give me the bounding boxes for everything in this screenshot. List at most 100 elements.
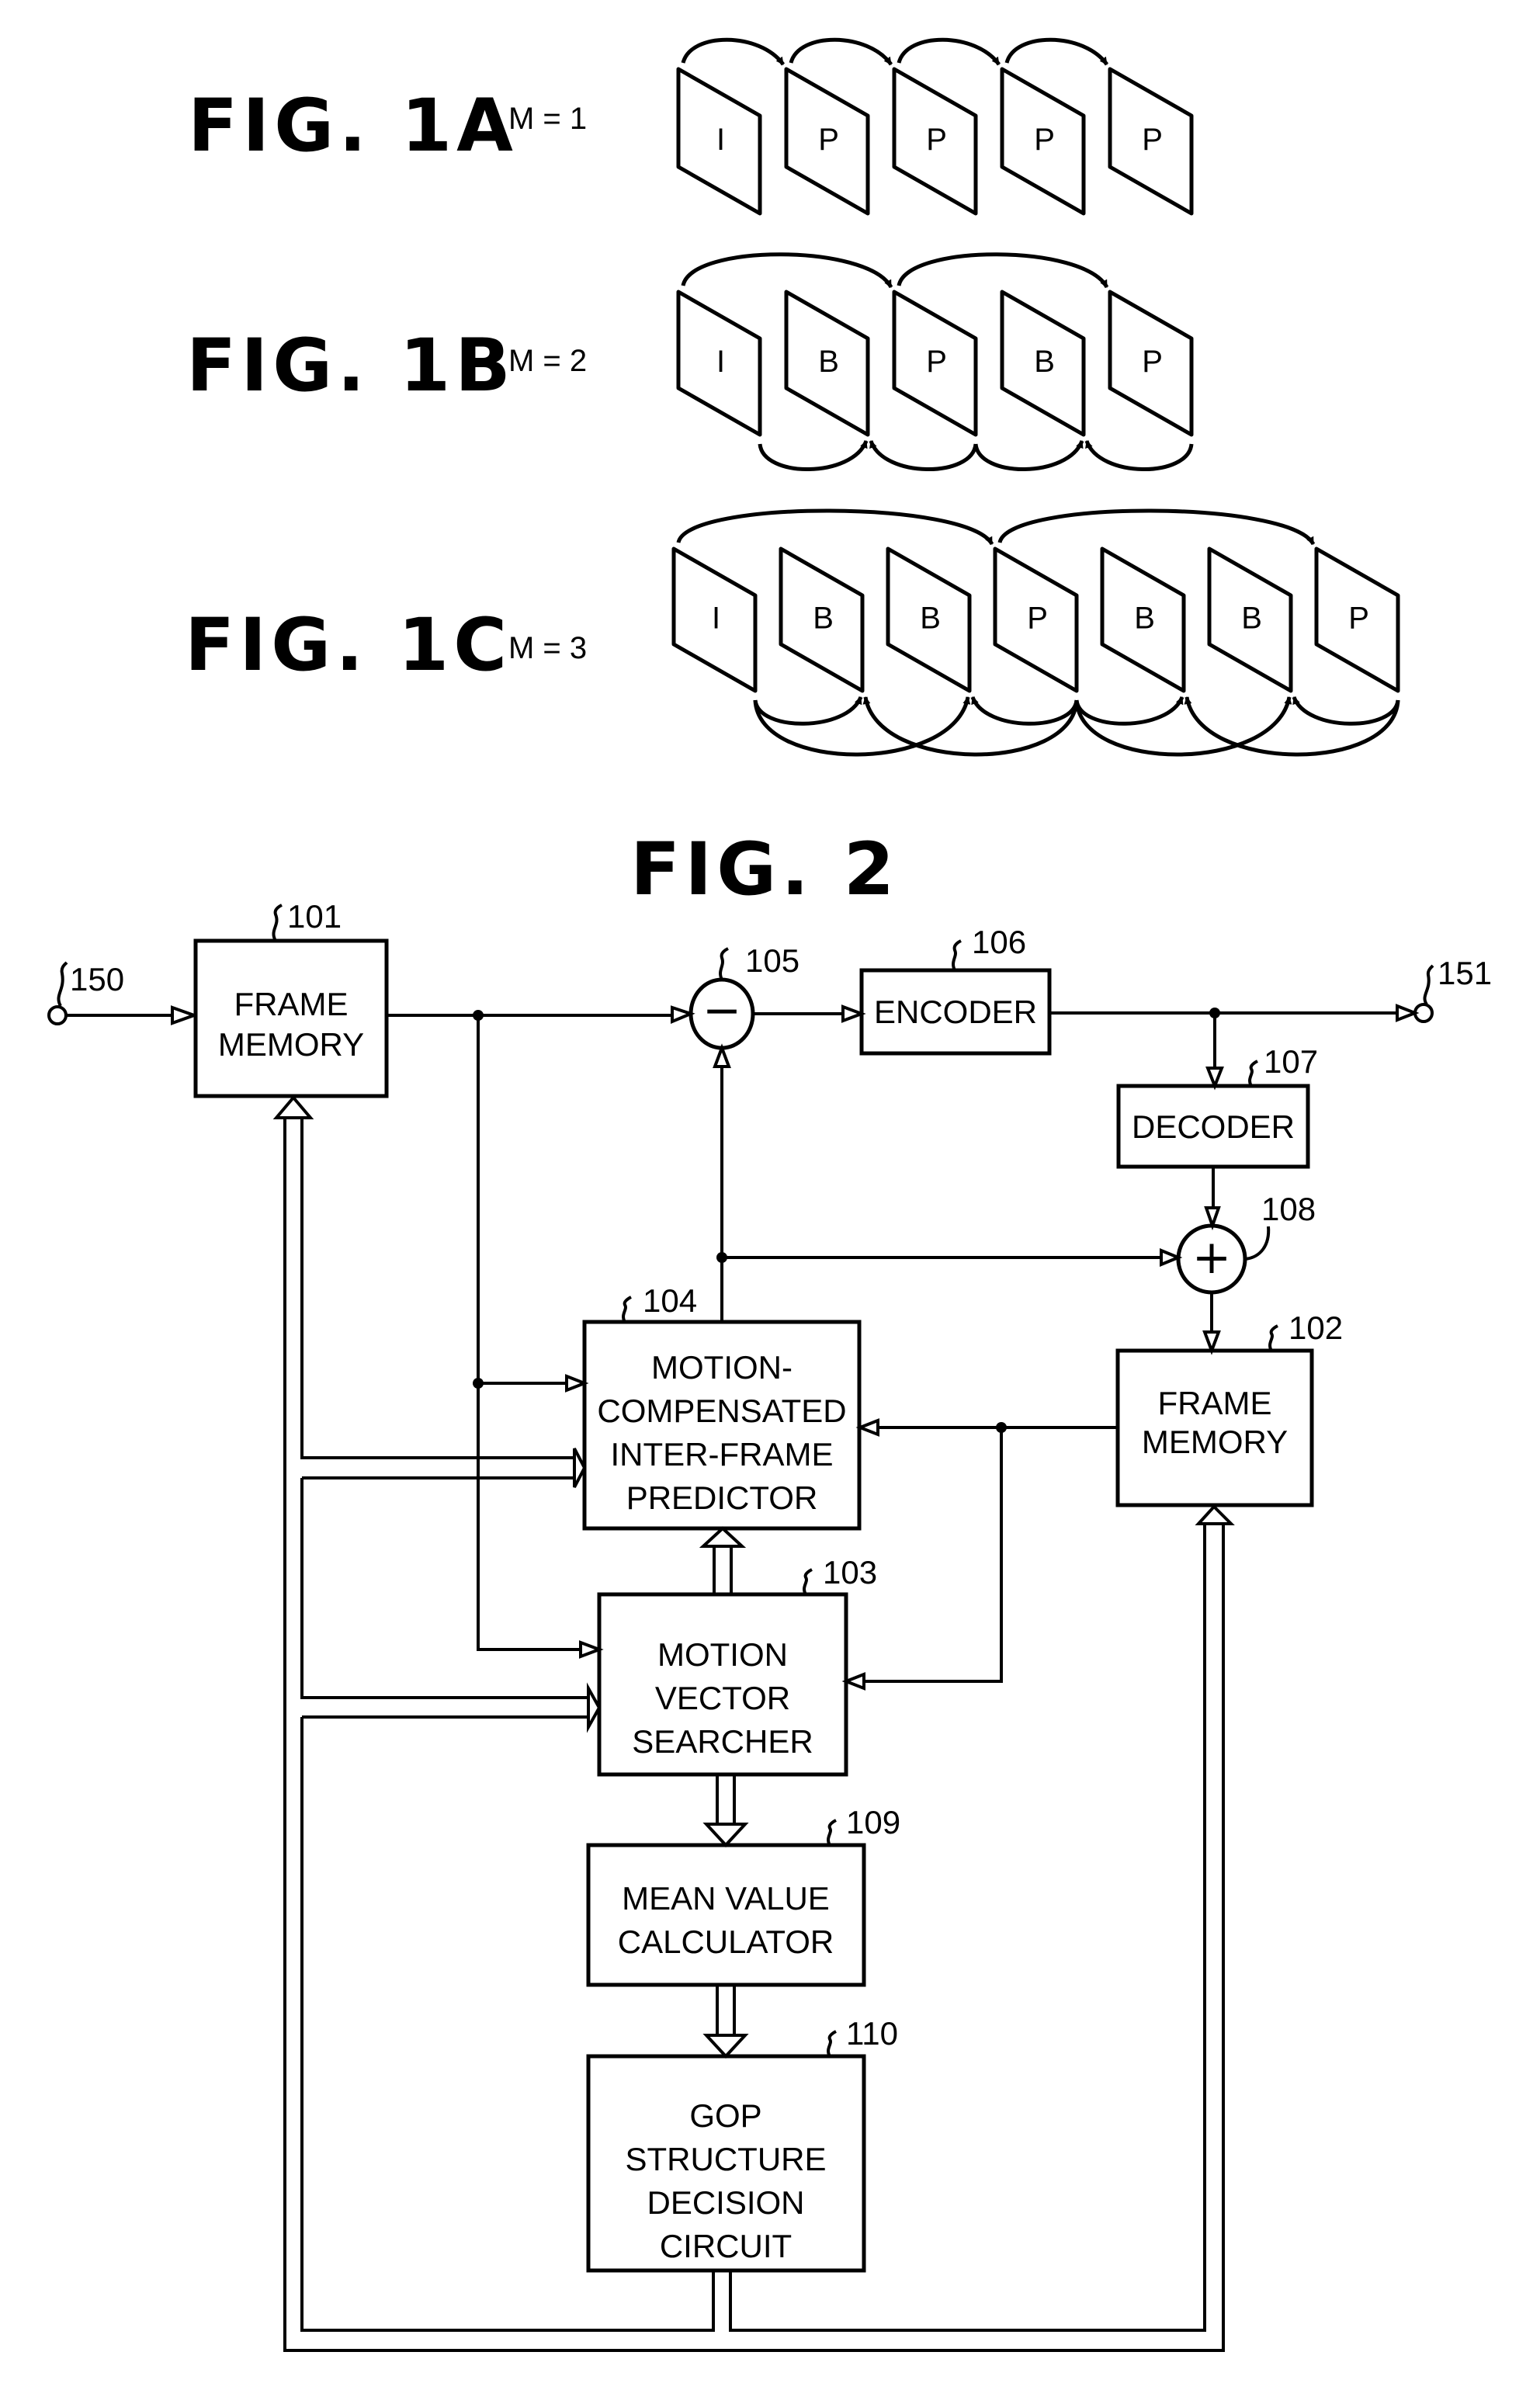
plus-icon: + xyxy=(1192,1230,1231,1285)
mean-value-calculator-109: MEAN VALUE CALCULATOR 109 xyxy=(586,1804,900,1987)
picture-type-label: B xyxy=(1241,601,1262,635)
prediction-arrow xyxy=(758,439,869,471)
fig2: FIG. 2 150 FRAME MEMORY 101 − 105 ENCODE… xyxy=(47,827,1492,2352)
block-label: VECTOR xyxy=(655,1680,790,1716)
picture-type-label: B xyxy=(818,345,839,379)
fig1b-title: FIG. 1B xyxy=(186,324,515,408)
picture-type-label: P xyxy=(1142,345,1163,379)
ref-106: 106 xyxy=(972,924,1026,960)
block-label: ENCODER xyxy=(874,994,1037,1030)
fig1b-frame-sequence: IBPBP xyxy=(676,290,1194,437)
leader-105 xyxy=(719,947,729,980)
prediction-arrow xyxy=(789,37,893,66)
fig1: FIG. 1A M = 1 FIG. 1B M = 2 FIG. 1C M = … xyxy=(185,37,1400,757)
prediction-arrow xyxy=(681,37,786,66)
prediction-arrow xyxy=(753,696,863,726)
minus-icon: − xyxy=(702,983,741,1038)
prediction-arrow xyxy=(676,508,994,546)
prediction-arrow xyxy=(1184,696,1400,757)
leader-150 xyxy=(57,961,68,1007)
picture-type-label: P xyxy=(1034,123,1055,157)
ref-108: 108 xyxy=(1261,1191,1316,1227)
block-label: DECODER xyxy=(1132,1108,1295,1145)
picture-type-label: P xyxy=(926,123,947,157)
ref-102: 102 xyxy=(1289,1310,1343,1346)
block-label: MOTION xyxy=(657,1636,788,1673)
block-label: MEMORY xyxy=(1142,1424,1288,1460)
prediction-arrow xyxy=(897,252,1109,289)
prediction-arrow xyxy=(1074,696,1184,726)
ref-109: 109 xyxy=(846,1804,900,1840)
leader-104 xyxy=(622,1296,632,1323)
ref-151: 151 xyxy=(1438,955,1492,991)
subtractor-105: − 105 xyxy=(688,942,799,1050)
block-label: FRAME xyxy=(1158,1385,1272,1421)
leader-108 xyxy=(1244,1226,1271,1261)
picture-type-label: I xyxy=(716,123,725,157)
picture-type-label: P xyxy=(1027,601,1048,635)
ref-150: 150 xyxy=(70,961,124,997)
fig1c-frame-sequence: IBBPBBP xyxy=(671,546,1400,693)
fig1a-m-label: M = 1 xyxy=(508,102,587,136)
adder-108: + 108 xyxy=(1176,1191,1316,1295)
input-terminal xyxy=(47,1005,68,1025)
block-label: CIRCUIT xyxy=(660,2228,792,2264)
block-label: FRAME xyxy=(234,986,349,1022)
block-label: MEAN VALUE xyxy=(622,1880,830,1917)
prediction-arrow xyxy=(970,696,1079,726)
picture-type-label: I xyxy=(716,345,725,379)
prediction-arrow xyxy=(862,696,1079,757)
block-label: CALCULATOR xyxy=(618,1923,834,1960)
picture-type-label: B xyxy=(1134,601,1155,635)
leader-151 xyxy=(1423,964,1434,1006)
prediction-arrow xyxy=(681,252,893,289)
leader-102 xyxy=(1268,1324,1278,1352)
leader-101 xyxy=(272,904,283,942)
block-label: DECISION xyxy=(647,2184,804,2221)
leader-106 xyxy=(952,939,962,971)
frame-memory-101: FRAME MEMORY 101 xyxy=(193,898,389,1098)
prediction-arrow xyxy=(753,696,971,757)
fig1b-m-label: M = 2 xyxy=(508,344,587,378)
prediction-arrow xyxy=(869,440,978,471)
prediction-arrow xyxy=(973,439,1084,471)
prediction-arrow xyxy=(1074,696,1292,757)
fig2-title: FIG. 2 xyxy=(630,827,899,912)
picture-type-label: P xyxy=(1142,123,1163,157)
picture-type-label: B xyxy=(920,601,941,635)
prediction-arrow xyxy=(897,37,1001,66)
block-label: MOTION- xyxy=(651,1349,793,1386)
block-label: PREDICTOR xyxy=(626,1479,818,1516)
ref-110: 110 xyxy=(846,2015,898,2052)
picture-type-label: B xyxy=(813,601,834,635)
ref-104: 104 xyxy=(643,1282,697,1319)
prediction-arrow xyxy=(1084,440,1194,471)
frame-memory-102: FRAME MEMORY 102 xyxy=(1115,1310,1343,1507)
picture-type-label: P xyxy=(818,123,839,157)
block-label: STRUCTURE xyxy=(626,2141,827,2177)
patent-drawing: FIG. 1A M = 1 FIG. 1B M = 2 FIG. 1C M = … xyxy=(47,37,1492,2352)
ref-101: 101 xyxy=(287,898,342,935)
prediction-arrow xyxy=(1292,696,1400,726)
block-label: INTER-FRAME xyxy=(611,1436,834,1473)
ref-107: 107 xyxy=(1264,1043,1318,1080)
block-label: SEARCHER xyxy=(632,1723,813,1760)
decoder-107: DECODER 107 xyxy=(1116,1043,1318,1169)
block-label: GOP xyxy=(689,2097,761,2134)
encoder-106: ENCODER 106 xyxy=(859,924,1052,1056)
fig1c-title: FIG. 1C xyxy=(185,603,512,688)
picture-type-label: P xyxy=(926,345,947,379)
ref-105: 105 xyxy=(745,942,799,979)
prediction-arrow xyxy=(997,508,1316,546)
leader-107 xyxy=(1248,1060,1258,1087)
picture-type-label: B xyxy=(1034,345,1055,379)
leader-109 xyxy=(827,1819,837,1847)
motion-vector-searcher-103: MOTION VECTOR SEARCHER 103 xyxy=(597,1554,877,1777)
prediction-arrow xyxy=(1004,37,1109,66)
fig1a-title: FIG. 1A xyxy=(188,84,518,168)
fig1c-m-label: M = 3 xyxy=(508,631,587,665)
gop-structure-decision-circuit-110: GOP STRUCTURE DECISION CIRCUIT 110 xyxy=(586,2015,898,2273)
picture-type-label: P xyxy=(1348,601,1369,635)
block-label: COMPENSATED xyxy=(597,1393,846,1429)
fig1a-frame-sequence: IPPPP xyxy=(676,67,1194,216)
